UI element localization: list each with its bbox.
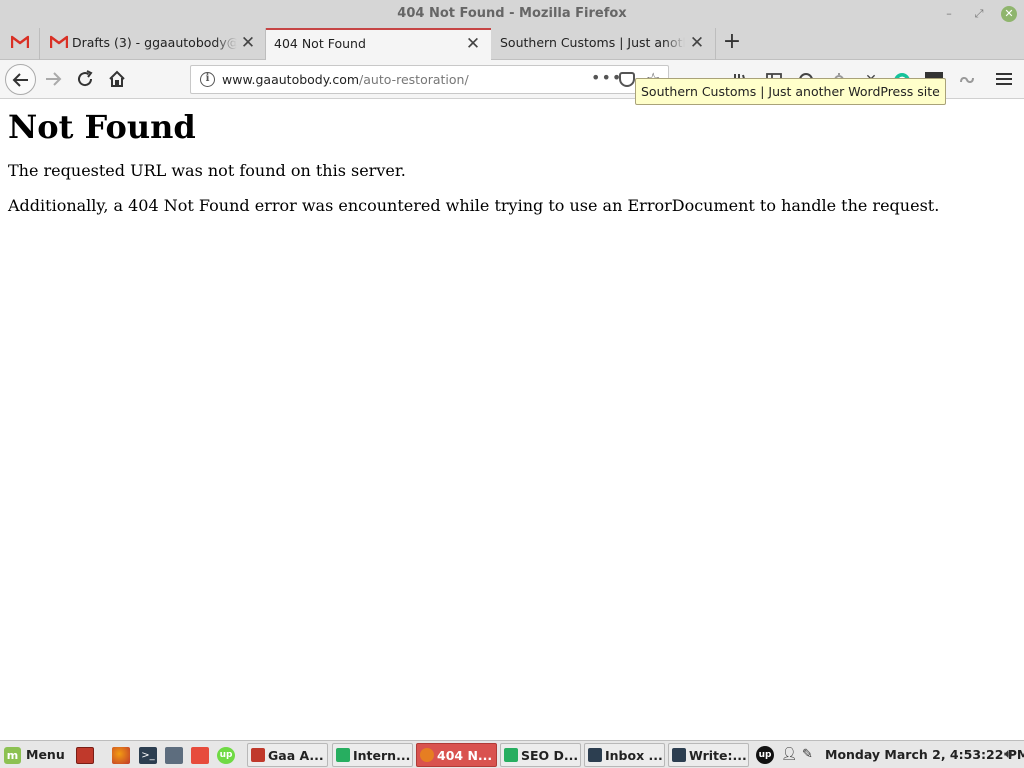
tab-pinned-gmail[interactable] (0, 28, 40, 60)
error-message-secondary: Additionally, a 404 Not Found error was … (8, 196, 940, 215)
tab-404-not-found[interactable]: 404 Not Found ✕ (266, 28, 491, 61)
site-info-icon[interactable]: i (200, 72, 215, 87)
url-text[interactable]: www.gaautobody.com/auto-restoration/ (222, 72, 469, 87)
pocket-icon[interactable] (619, 72, 635, 87)
task-404[interactable]: 404 N... (416, 743, 497, 767)
back-arrow-icon (12, 73, 28, 87)
thunderbird-launcher-icon[interactable] (165, 747, 183, 764)
hamburger-menu-icon[interactable] (996, 71, 1012, 87)
error-message-primary: The requested URL was not found on this … (8, 161, 406, 180)
forward-arrow-icon (46, 72, 62, 86)
menu-label: Menu (26, 747, 65, 762)
tab-southern-customs[interactable]: Southern Customs | Just another WordPres… (491, 28, 716, 60)
url-bar[interactable]: i www.gaautobody.com/auto-restoration/ •… (190, 65, 669, 94)
task-inbox[interactable]: Inbox ... (584, 743, 665, 767)
task-app-icon (336, 748, 350, 762)
task-label: SEO D... (521, 748, 579, 763)
show-desktop-icon[interactable] (76, 747, 94, 764)
task-app-icon (420, 748, 434, 762)
task-app-icon (588, 748, 602, 762)
home-icon (109, 70, 125, 87)
user-icon[interactable]: 👤︎ (781, 746, 798, 764)
volume-icon[interactable]: 🔊︎ (1004, 746, 1012, 764)
gmail-icon (11, 35, 29, 48)
task-label: 404 N... (437, 748, 493, 763)
terminal-launcher-icon[interactable]: >_ (139, 747, 157, 764)
files-launcher-icon[interactable] (191, 747, 209, 764)
home-button[interactable] (103, 65, 131, 93)
upwork-tray-icon[interactable]: up (756, 746, 774, 764)
new-tab-button[interactable]: + (722, 28, 742, 58)
close-tab-icon[interactable]: ✕ (465, 30, 481, 58)
tab-label: Southern Customs | Just another WordPres… (500, 35, 685, 50)
task-app-icon (504, 748, 518, 762)
start-menu-button[interactable]: m Menu (4, 743, 65, 767)
tab-strip: Drafts (3) - ggaautobody@gmail.com ✕ 404… (0, 28, 1024, 61)
close-tab-icon[interactable]: ✕ (689, 28, 705, 58)
system-clock[interactable]: Monday March 2, 4:53:22 PM (825, 743, 1024, 767)
task-app-icon (672, 748, 686, 762)
task-label: Intern... (353, 748, 411, 763)
window-titlebar: 404 Not Found - Mozilla Firefox – ⤢ ✕ (0, 0, 1024, 28)
reload-icon (78, 70, 93, 87)
forward-button[interactable] (39, 65, 67, 93)
tab-fade (663, 28, 685, 58)
tab-drafts[interactable]: Drafts (3) - ggaautobody@gmail.com ✕ (40, 28, 266, 60)
close-window-button[interactable]: ✕ (1001, 6, 1017, 22)
tab-fade (215, 28, 237, 58)
task-label: Write:... (689, 748, 747, 763)
task-app-icon (251, 748, 265, 762)
minimize-button[interactable]: – (941, 6, 957, 22)
task-intern[interactable]: Intern... (332, 743, 413, 767)
page-actions-icon[interactable]: ••• (591, 68, 622, 87)
tab-label: 404 Not Found (274, 36, 366, 51)
sync-icon[interactable] (958, 72, 974, 88)
gmail-icon (50, 35, 68, 48)
system-taskbar: m Menu >_ up Gaa A... Intern... 404 N...… (0, 740, 1024, 768)
back-button[interactable] (5, 64, 36, 95)
maximize-button[interactable]: ⤢ (971, 6, 987, 22)
url-host: www.gaautobody.com (222, 72, 360, 87)
task-write[interactable]: Write:... (668, 743, 749, 767)
network-icon[interactable]: ✎ (802, 746, 813, 764)
linux-mint-icon: m (4, 747, 21, 764)
page-content: Not Found The requested URL was not foun… (0, 100, 1024, 738)
tab-tooltip: Southern Customs | Just another WordPres… (635, 78, 946, 105)
tab-label: Drafts (3) - ggaautobody@gmail.com (72, 35, 237, 50)
task-seo[interactable]: SEO D... (500, 743, 581, 767)
url-path: /auto-restoration/ (359, 72, 469, 87)
task-gaa[interactable]: Gaa A... (247, 743, 328, 767)
task-label: Inbox ... (605, 748, 663, 763)
close-tab-icon[interactable]: ✕ (240, 28, 256, 58)
task-label: Gaa A... (268, 748, 324, 763)
window-title: 404 Not Found - Mozilla Firefox (397, 6, 627, 21)
upwork-launcher-icon[interactable]: up (217, 747, 235, 764)
page-heading: Not Found (8, 108, 196, 146)
reload-button[interactable] (71, 65, 99, 93)
firefox-launcher-icon[interactable] (112, 747, 130, 764)
